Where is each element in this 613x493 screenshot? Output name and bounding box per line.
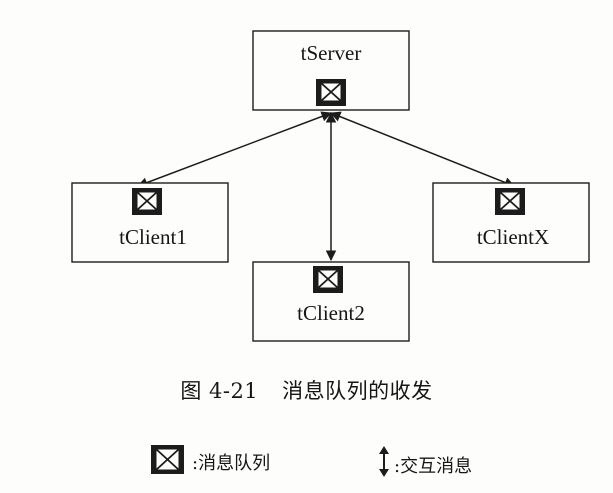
node-tclient2: tClient2 — [252, 261, 410, 342]
diagram-canvas: tServer tClient1 tClient2 tClientX — [71, 30, 590, 477]
node-tclient1-label: tClient1 — [119, 225, 187, 249]
message-queue-icon — [313, 266, 343, 293]
node-tserver: tServer — [252, 30, 410, 111]
figure-number: 图 4-21 — [180, 379, 259, 403]
legend-queue-label: :消息队列 — [192, 453, 271, 474]
message-queue-icon — [316, 79, 346, 106]
message-queue-icon — [132, 188, 162, 215]
link-server-clientx — [330, 111, 515, 188]
node-tclientx: tClientX — [432, 182, 590, 263]
node-tclientx-label: tClientX — [477, 225, 549, 249]
double-arrow-icon — [379, 446, 389, 477]
link-server-client1 — [137, 111, 332, 188]
node-tclient1: tClient1 — [71, 182, 229, 263]
figure: tServer tClient1 tClient2 tClientX 图 4-2… — [0, 0, 613, 493]
message-queue-icon — [495, 188, 525, 215]
legend-queue-icon — [151, 445, 184, 474]
legend-message-label: :交互消息 — [394, 456, 473, 477]
node-tclient2-label: tClient2 — [297, 301, 365, 325]
node-tserver-label: tServer — [301, 41, 362, 65]
figure-title: 消息队列的收发 — [282, 379, 433, 403]
figure-caption: 图 4-21 消息队列的收发 — [0, 375, 613, 405]
